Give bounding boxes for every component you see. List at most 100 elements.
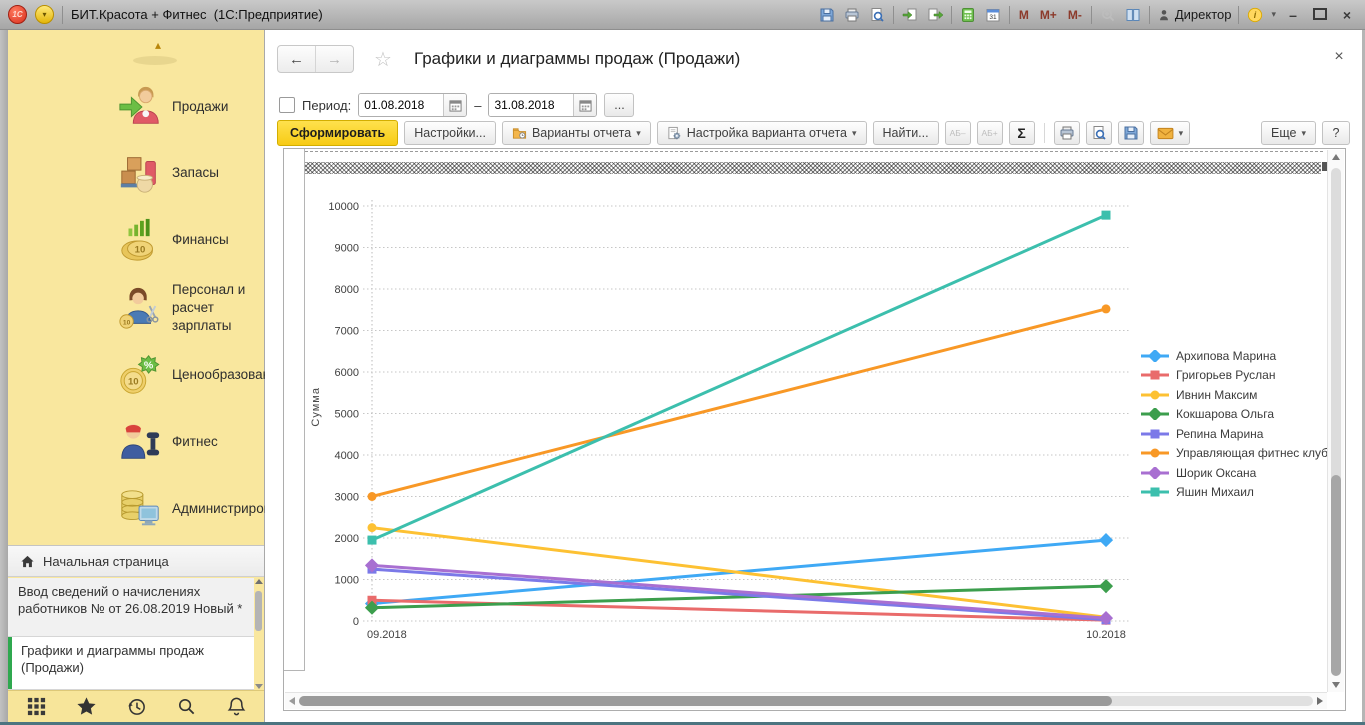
forward-button[interactable]: → [316, 46, 353, 72]
export-icon[interactable] [926, 6, 944, 24]
variant-setup-button[interactable]: Настройка варианта отчета ▾ [657, 121, 867, 145]
memory-minus-button[interactable]: M- [1066, 8, 1084, 22]
sidebar-item-pricing[interactable]: 10% Ценообразование [8, 342, 264, 408]
settings-button[interactable]: Настройки... [404, 121, 496, 145]
notifications-bell-icon[interactable] [224, 695, 248, 719]
generate-button[interactable]: Сформировать [277, 120, 398, 146]
favorites-icon[interactable] [74, 695, 98, 719]
finance-icon: 10 [112, 214, 168, 266]
legend-marker-icon [1140, 350, 1170, 362]
sidebar-item-label: Запасы [172, 164, 264, 182]
date-to-calendar-button[interactable] [573, 94, 596, 116]
search-icon[interactable] [174, 695, 198, 719]
window-title: БИТ.Красота + Фитнес (1С:Предприятие) [71, 7, 323, 22]
scrollbar-thumb[interactable] [299, 696, 1112, 706]
legend-marker-icon [1140, 369, 1170, 381]
info-caret-icon[interactable]: ▾ [1271, 9, 1276, 20]
date-from-calendar-button[interactable] [443, 94, 466, 116]
period-checkbox[interactable] [279, 97, 295, 113]
period-more-button[interactable]: ... [604, 93, 634, 117]
save-icon[interactable] [818, 6, 836, 24]
sidebar-item-label: Ценообразование [172, 366, 264, 384]
legend-item: Ивнин Максим [1140, 385, 1343, 405]
home-page-button[interactable]: Начальная страница [8, 545, 264, 577]
vertical-scrollbar[interactable] [1327, 150, 1344, 692]
svg-text:9000: 9000 [335, 243, 359, 255]
print-icon[interactable] [843, 6, 861, 24]
scroll-up-arrow-icon[interactable] [255, 579, 263, 584]
main-menu-button[interactable]: ▾ [35, 5, 54, 24]
history-icon[interactable] [124, 695, 148, 719]
stock-icon [112, 147, 168, 199]
user-icon [1157, 8, 1171, 22]
sidebar-item-stock[interactable]: Запасы [8, 140, 264, 206]
back-button[interactable]: ← [278, 46, 316, 72]
send-email-button[interactable]: ▾ [1150, 121, 1191, 145]
more-label: Еще [1271, 126, 1296, 140]
sidebar-item-finance[interactable]: 10 Финансы [8, 207, 264, 273]
date-to-input[interactable] [489, 94, 573, 116]
help-button[interactable]: ? [1322, 121, 1350, 145]
info-icon[interactable]: i [1246, 6, 1264, 24]
favorite-star-icon[interactable]: ☆ [374, 47, 392, 72]
divider [1091, 6, 1092, 24]
memory-plus-button[interactable]: M+ [1038, 8, 1059, 22]
scroll-down-arrow-icon[interactable] [255, 684, 263, 689]
sidebar-item-administration[interactable]: Администрирование [8, 476, 264, 542]
legend-item: Григорьев Руслан [1140, 366, 1343, 386]
import-icon[interactable] [901, 6, 919, 24]
admin-icon [112, 483, 168, 535]
calculator-icon[interactable] [959, 6, 977, 24]
scroll-up-icon[interactable]: ▴ [155, 38, 161, 52]
legend-marker-icon [1140, 486, 1170, 498]
svg-text:%: % [144, 359, 154, 371]
svg-text:10: 10 [135, 244, 146, 255]
sum-button[interactable]: Σ [1009, 121, 1035, 145]
scrollbar-thumb[interactable] [255, 591, 262, 631]
print-button[interactable] [1054, 121, 1080, 145]
scroll-right-arrow-icon[interactable] [1317, 697, 1323, 705]
y-axis-title: Сумма [310, 387, 324, 427]
split-view-icon[interactable] [1124, 6, 1142, 24]
svg-text:10000: 10000 [328, 201, 359, 213]
current-user[interactable]: Директор [1157, 7, 1232, 22]
scrollbar-track-bar [1331, 168, 1341, 504]
find-button[interactable]: Найти... [873, 121, 939, 145]
date-range-dash: – [474, 98, 481, 113]
fitness-icon [112, 416, 168, 468]
scroll-left-arrow-icon[interactable] [289, 697, 295, 705]
sidebar-item-fitness[interactable]: Фитнес [8, 409, 264, 475]
all-functions-menu-icon[interactable] [24, 695, 48, 719]
report-variants-button[interactable]: Варианты отчета ▾ [502, 121, 651, 145]
divider [951, 6, 952, 24]
folder-icon [512, 126, 527, 141]
legend-item: Кокшарова Ольга [1140, 405, 1343, 425]
save-result-button[interactable] [1118, 121, 1144, 145]
close-window-button[interactable]: × [1337, 7, 1357, 23]
sidebar-item-hr-payroll[interactable]: 10 Персонал и расчет зарплаты [8, 275, 264, 341]
page-title: Графики и диаграммы продаж (Продажи) [414, 49, 740, 69]
open-window-tab-active[interactable]: Графики и диаграммы продаж (Продажи) [8, 637, 254, 690]
scroll-down-arrow-icon[interactable] [1332, 682, 1340, 688]
date-from-input[interactable] [359, 94, 443, 116]
more-actions-button[interactable]: Еще ▾ [1261, 121, 1316, 145]
find-prev-label: АБ– [950, 128, 966, 138]
maximize-button[interactable] [1310, 7, 1330, 23]
scrollbar-thumb[interactable] [1331, 475, 1341, 676]
report-toolbar: Сформировать Настройки... Варианты отчет… [277, 120, 1350, 146]
legend-item: Яшин Михаил [1140, 483, 1343, 503]
calendar-icon[interactable]: 31 [984, 6, 1002, 24]
tabs-scrollbar[interactable] [254, 579, 263, 689]
minimize-button[interactable]: – [1283, 7, 1303, 23]
sidebar-toolbar [8, 690, 264, 722]
svg-text:1000: 1000 [335, 575, 359, 587]
horizontal-scrollbar[interactable] [285, 692, 1327, 709]
memory-button[interactable]: M [1017, 8, 1031, 22]
preview-button[interactable] [1086, 121, 1112, 145]
close-page-button[interactable]: × [1330, 48, 1348, 66]
report-form: ← → ☆ Графики и диаграммы продаж (Продаж… [265, 30, 1362, 722]
open-window-tab[interactable]: Ввод сведений о начислениях работников №… [8, 578, 254, 637]
sidebar-item-sales[interactable]: Продажи [8, 74, 264, 140]
scroll-up-arrow-icon[interactable] [1332, 154, 1340, 160]
print-preview-icon[interactable] [868, 6, 886, 24]
